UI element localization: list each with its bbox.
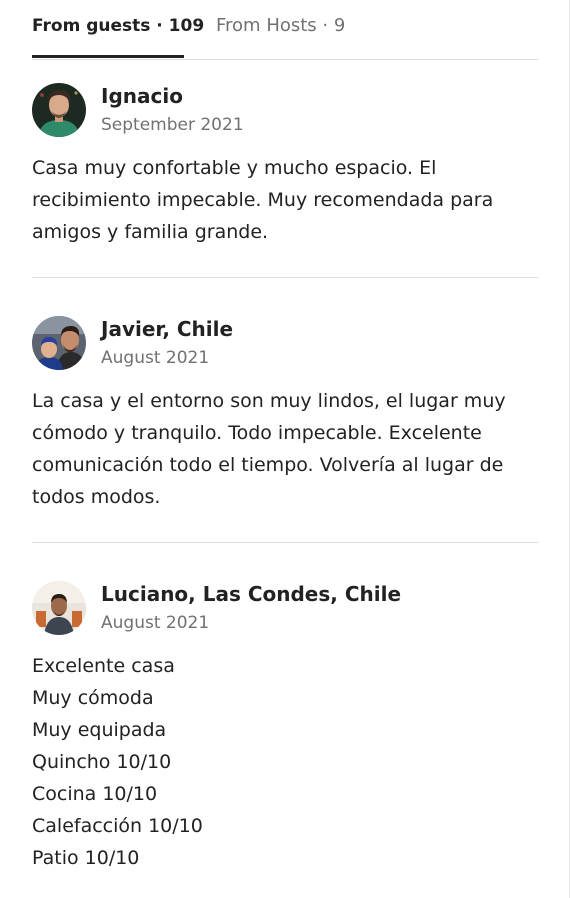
tab-from-hosts[interactable]: From Hosts · 9 xyxy=(216,14,345,38)
review-text-line: Calefacción 10/10 xyxy=(32,815,203,837)
review-text-line: cómodo y tranquilo. Todo impecable. Exce… xyxy=(32,422,482,444)
avatar[interactable] xyxy=(32,581,86,635)
review-text: Excelente casa Muy cómoda Muy equipada Q… xyxy=(32,650,538,874)
review-text-line: Muy cómoda xyxy=(32,687,154,709)
review-text-line: Casa muy confortable y mucho espacio. El xyxy=(32,157,437,179)
divider xyxy=(32,277,538,278)
review-text-line: La casa y el entorno son muy lindos, el … xyxy=(32,390,506,412)
review-text-line: recibimiento impecable. Muy recomendada … xyxy=(32,189,494,211)
active-tab-indicator xyxy=(32,55,184,58)
reviewer-name: Ignacio xyxy=(101,84,183,108)
reviewer-name: Javier, Chile xyxy=(101,317,234,341)
avatar[interactable] xyxy=(32,83,86,137)
review-text-line: amigos y familia grande. xyxy=(32,221,269,243)
tab-from-guests[interactable]: From guests · 109 xyxy=(32,14,204,38)
review-text-line: todos modos. xyxy=(32,486,161,508)
review-text-line: Muy equipada xyxy=(32,719,167,741)
review-date: August 2021 xyxy=(101,613,210,633)
reviewer-name: Luciano, Las Condes, Chile xyxy=(101,582,402,606)
review-text-line: comunicación todo el tiempo. Volvería al… xyxy=(32,454,504,476)
review-date: September 2021 xyxy=(101,115,244,135)
review-text-line: Patio 10/10 xyxy=(32,847,140,869)
review-text-line: Quincho 10/10 xyxy=(32,751,172,773)
avatar[interactable] xyxy=(32,316,86,370)
review-date: August 2021 xyxy=(101,348,210,368)
review-text: La casa y el entorno son muy lindos, el … xyxy=(32,385,538,513)
review-text: Casa muy confortable y mucho espacio. El… xyxy=(32,152,538,248)
review-text-line: Excelente casa xyxy=(32,655,175,677)
review-tabs: From guests · 109 From Hosts · 9 xyxy=(32,0,538,60)
divider xyxy=(32,542,538,543)
review-text-line: Cocina 10/10 xyxy=(32,783,158,805)
